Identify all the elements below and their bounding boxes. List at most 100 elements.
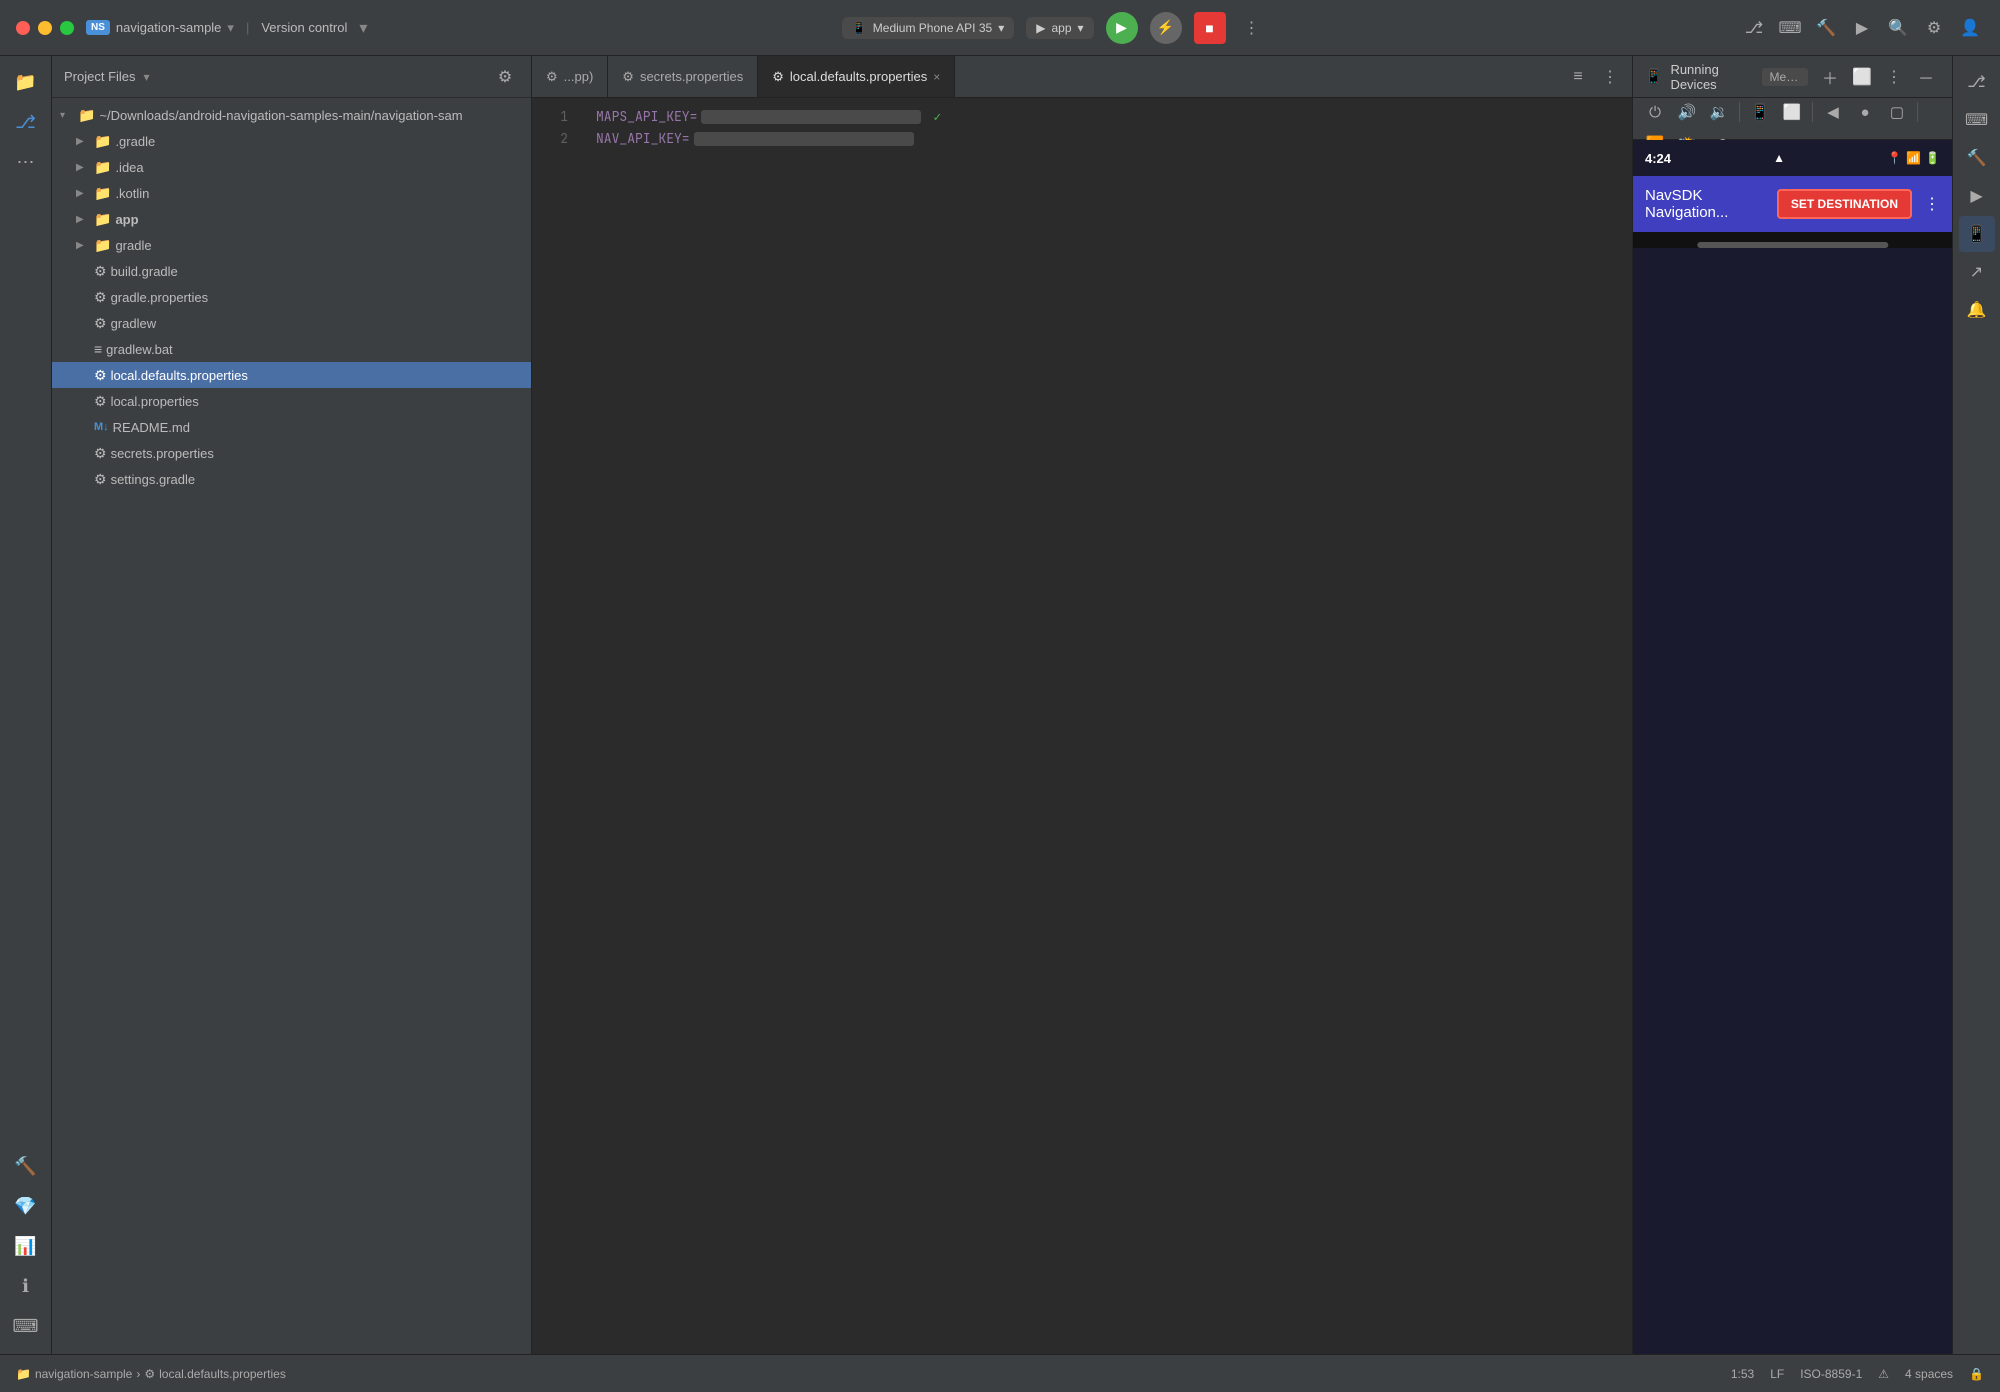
project-label: NS navigation-sample ▾ [86, 20, 234, 36]
tree-item-local-defaults[interactable]: ▶ ⚙ local.defaults.properties [52, 362, 531, 388]
volume-up-icon[interactable]: 🔊 [1673, 98, 1701, 126]
tree-item-local-properties[interactable]: ▶ ⚙ local.properties [52, 388, 531, 414]
build-icon[interactable]: 🔨 [1812, 14, 1840, 42]
more-button[interactable]: ⋮ [1238, 14, 1266, 42]
tab-local-defaults[interactable]: ⚙ local.defaults.properties × [758, 56, 955, 98]
status-time: 4:24 [1645, 151, 1671, 166]
wifi-icon: 📶 [1906, 151, 1921, 165]
tab-label: ...pp) [564, 69, 594, 84]
tree-item-gradle-properties[interactable]: ▶ ⚙ gradle.properties [52, 284, 531, 310]
sidebar-item-folder[interactable]: 📁 [8, 64, 44, 100]
rs-terminal-icon[interactable]: ⌨ [1959, 102, 1995, 138]
tree-item-idea-dir[interactable]: ▶ 📁 .idea [52, 154, 531, 180]
tree-item-app-dir[interactable]: ▶ 📁 app [52, 206, 531, 232]
rs-run-icon[interactable]: ▶ [1959, 178, 1995, 214]
tab-icon: ⚙ [546, 69, 558, 85]
add-device-icon[interactable]: ＋ [1816, 63, 1844, 91]
tab-app[interactable]: ⚙ ...pp) [532, 56, 608, 98]
split-screen-icon[interactable]: ⬜ [1848, 63, 1876, 91]
app-selector[interactable]: ▶ app ▾ [1026, 17, 1093, 39]
rd-actions: ＋ ⬜ ⋮ － [1816, 63, 1940, 91]
run-tool-icon[interactable]: ▶ [1848, 14, 1876, 42]
sidebar-item-gem[interactable]: 💎 [8, 1188, 44, 1224]
sidebar-item-more[interactable]: ⋯ [8, 144, 44, 180]
rs-build-icon[interactable]: 🔨 [1959, 140, 1995, 176]
volume-down-icon[interactable]: 🔉 [1705, 98, 1733, 126]
close-tab-icon[interactable]: × [933, 70, 940, 84]
close-window-button[interactable] [16, 21, 30, 35]
indent-setting: 4 spaces [1905, 1367, 1953, 1381]
rs-notification-icon[interactable]: 🔔 [1959, 292, 1995, 328]
version-control-label[interactable]: Version control [261, 20, 347, 35]
code-editor: 1 2 MAPS_API_KEY= ✓ NAV_API_KEY= [532, 98, 1632, 1392]
tab-recent-files-icon[interactable]: ≡ [1564, 63, 1592, 91]
editor-area: ⚙ ...pp) ⚙ secrets.properties ⚙ local.de… [532, 56, 1632, 1392]
gradlew-bat-label: gradlew.bat [106, 342, 173, 357]
folder-icon: 📁 [94, 211, 111, 228]
code-value-nav [694, 132, 914, 146]
rs-device-icon[interactable]: 📱 [1959, 216, 1995, 252]
settings-icon[interactable]: ⚙ [1920, 14, 1948, 42]
build-gradle-label: build.gradle [111, 264, 178, 279]
breadcrumb-file: local.defaults.properties [159, 1367, 286, 1381]
tree-item-readme[interactable]: ▶ M↓ README.md [52, 414, 531, 440]
back-icon[interactable]: ◀ [1819, 98, 1847, 126]
expand-arrow-icon: ▶ [76, 188, 90, 199]
panel-settings-icon[interactable]: ⚙ [491, 63, 519, 91]
sidebar-item-analytics[interactable]: 📊 [8, 1228, 44, 1264]
device-selector[interactable]: 📱 Medium Phone API 35 ▾ [842, 17, 1014, 39]
project-name[interactable]: navigation-sample [116, 20, 222, 35]
power-icon[interactable]: ⏻ [1641, 98, 1669, 126]
run-button[interactable]: ▶ [1106, 12, 1138, 44]
properties-file-icon: ⚙ [94, 367, 107, 384]
maximize-window-button[interactable] [60, 21, 74, 35]
rotate-landscape-icon[interactable]: ⬜ [1778, 98, 1806, 126]
profile-icon[interactable]: 👤 [1956, 14, 1984, 42]
tree-item-gradle-dir[interactable]: ▶ 📁 .gradle [52, 128, 531, 154]
device-tab[interactable]: Medi... [1762, 68, 1808, 86]
stop-button[interactable]: ■ [1194, 12, 1226, 44]
tab-secrets[interactable]: ⚙ secrets.properties [608, 56, 758, 98]
sidebar-item-terminal[interactable]: ⌨ [8, 1308, 44, 1344]
tree-item-root[interactable]: ▾ 📁 ~/Downloads/android-navigation-sampl… [52, 102, 531, 128]
rs-arrow-icon[interactable]: ↗ [1959, 254, 1995, 290]
rotate-portrait-icon[interactable]: 📱 [1746, 98, 1774, 126]
sidebar-item-info[interactable]: ℹ [8, 1268, 44, 1304]
tab-more-icon[interactable]: ⋮ [1596, 63, 1624, 91]
tree-item-build-gradle[interactable]: ▶ ⚙ build.gradle [52, 258, 531, 284]
tree-item-gradlew[interactable]: ▶ ⚙ gradlew [52, 310, 531, 336]
sidebar-item-build[interactable]: 🔨 [8, 1148, 44, 1184]
tab-label: local.defaults.properties [790, 69, 927, 84]
tree-item-kotlin-dir[interactable]: ▶ 📁 .kotlin [52, 180, 531, 206]
terminal-icon[interactable]: ⌨ [1776, 14, 1804, 42]
check-mark-icon: ✓ [933, 106, 941, 128]
settings-gradle-label: settings.gradle [111, 472, 196, 487]
set-destination-button[interactable]: SET DESTINATION [1777, 189, 1912, 219]
project-panel-header: Project Files ▾ ⚙ [52, 56, 531, 98]
title-right: ⎇ ⌨ 🔨 ▶ 🔍 ⚙ 👤 [1740, 14, 1984, 42]
recent-apps-icon[interactable]: ▢ [1883, 98, 1911, 126]
folder-icon: 📁 [94, 133, 111, 150]
tree-item-secrets[interactable]: ▶ ⚙ secrets.properties [52, 440, 531, 466]
more-options-icon[interactable]: ⋮ [1924, 194, 1940, 214]
home-icon[interactable]: ● [1851, 98, 1879, 126]
panel-actions: ⚙ [491, 63, 519, 91]
tree-item-gradlew-bat[interactable]: ▶ ≡ gradlew.bat [52, 336, 531, 362]
status-icons: 📍 📶 🔋 [1887, 151, 1940, 165]
tree-item-settings-gradle[interactable]: ▶ ⚙ settings.gradle [52, 466, 531, 492]
search-icon[interactable]: 🔍 [1884, 14, 1912, 42]
status-right: 1:53 LF ISO-8859-1 ⚠ 4 spaces 🔒 [1731, 1367, 1984, 1381]
gradle-dir-label: .gradle [115, 134, 155, 149]
sidebar-item-git[interactable]: ⎇ [8, 104, 44, 140]
rs-vcs-icon[interactable]: ⎇ [1959, 64, 1995, 100]
running-devices-panel: 📱 Running Devices Medi... ＋ ⬜ ⋮ － ⏻ 🔊 🔉 … [1632, 56, 1952, 1392]
breadcrumb-icon: ⚙ [144, 1367, 155, 1381]
sync-button[interactable]: ⚡ [1150, 12, 1182, 44]
vcs-icon[interactable]: ⎇ [1740, 14, 1768, 42]
minimize-window-button[interactable] [38, 21, 52, 35]
rd-more-icon[interactable]: ⋮ [1880, 63, 1908, 91]
tree-item-gradle-folder[interactable]: ▶ 📁 gradle [52, 232, 531, 258]
code-content[interactable]: MAPS_API_KEY= ✓ NAV_API_KEY= [580, 98, 1632, 1392]
close-rd-icon[interactable]: － [1912, 63, 1940, 91]
gradlew-label: gradlew [111, 316, 157, 331]
